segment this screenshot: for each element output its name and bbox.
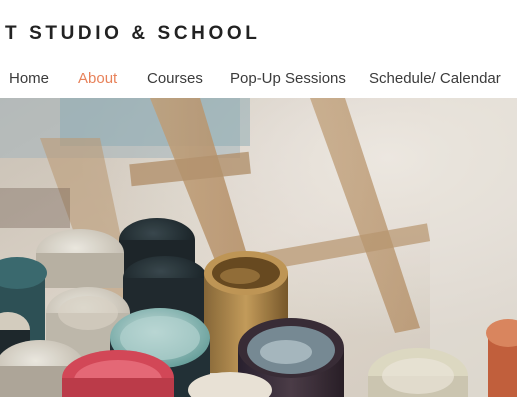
site-header: T STUDIO & SCHOOL Home About Courses Pop… — [0, 0, 517, 98]
hero-image — [0, 98, 517, 397]
nav-item-about[interactable]: About — [78, 70, 117, 87]
site-title[interactable]: T STUDIO & SCHOOL — [5, 23, 260, 45]
nav-item-schedule-calendar[interactable]: Schedule/ Calendar — [369, 70, 501, 87]
nav-item-home[interactable]: Home — [9, 70, 49, 87]
nav-item-courses[interactable]: Courses — [147, 70, 203, 87]
paint-jars-photo — [0, 98, 517, 397]
main-nav: Home About Courses Pop-Up Sessions Sched… — [0, 70, 517, 92]
nav-item-pop-up-sessions[interactable]: Pop-Up Sessions — [230, 70, 346, 87]
